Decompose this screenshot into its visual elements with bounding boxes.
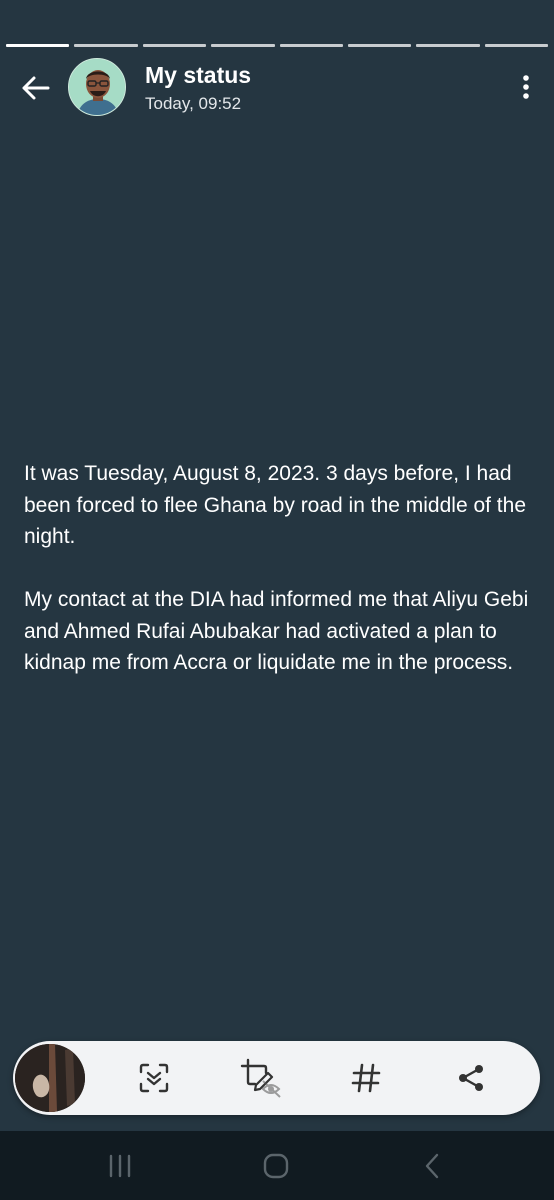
share-button[interactable] [448,1055,494,1101]
arrow-left-icon [22,76,50,100]
status-paragraph: It was Tuesday, August 8, 2023. 3 days b… [24,462,527,548]
more-vertical-icon [523,75,529,99]
crop-edit-button[interactable] [238,1055,284,1101]
status-text-body: It was Tuesday, August 8, 2023. 3 days b… [24,458,539,679]
status-paragraph: My contact at the DIA had informed me th… [24,588,529,674]
progress-segment [211,44,275,47]
progress-segment [279,44,343,47]
screenshot-thumbnail[interactable] [15,1044,85,1112]
hashtag-button[interactable] [343,1055,389,1101]
recent-apps-icon [109,1154,131,1178]
screenshot-action-bar [13,1041,540,1115]
progress-segment [416,44,480,47]
back-button[interactable] [14,70,56,106]
status-timestamp: Today, 09:52 [145,94,242,113]
status-owner-title: My status [145,62,252,88]
progress-segment [347,44,412,47]
scan-text-icon [139,1063,169,1093]
hashtag-icon [351,1063,381,1093]
progress-segment [484,44,548,47]
home-icon [263,1153,289,1179]
back-nav-button[interactable] [404,1145,460,1187]
crop-edit-hidden-icon [240,1058,281,1098]
progress-segment [74,44,138,47]
progress-segment [142,44,207,47]
screenshot-preview-image [15,1044,85,1112]
system-navigation-bar [0,1131,554,1200]
profile-photo [69,59,125,115]
home-button[interactable] [248,1145,304,1187]
recent-apps-button[interactable] [92,1145,148,1187]
share-icon [459,1065,483,1091]
scan-text-button[interactable] [131,1055,177,1101]
progress-segment [6,44,70,47]
back-nav-icon [425,1153,439,1179]
status-progress-bar [6,44,548,47]
avatar[interactable] [68,58,126,116]
more-options-button[interactable] [518,72,534,102]
status-header: My status Today, 09:52 [0,56,554,120]
